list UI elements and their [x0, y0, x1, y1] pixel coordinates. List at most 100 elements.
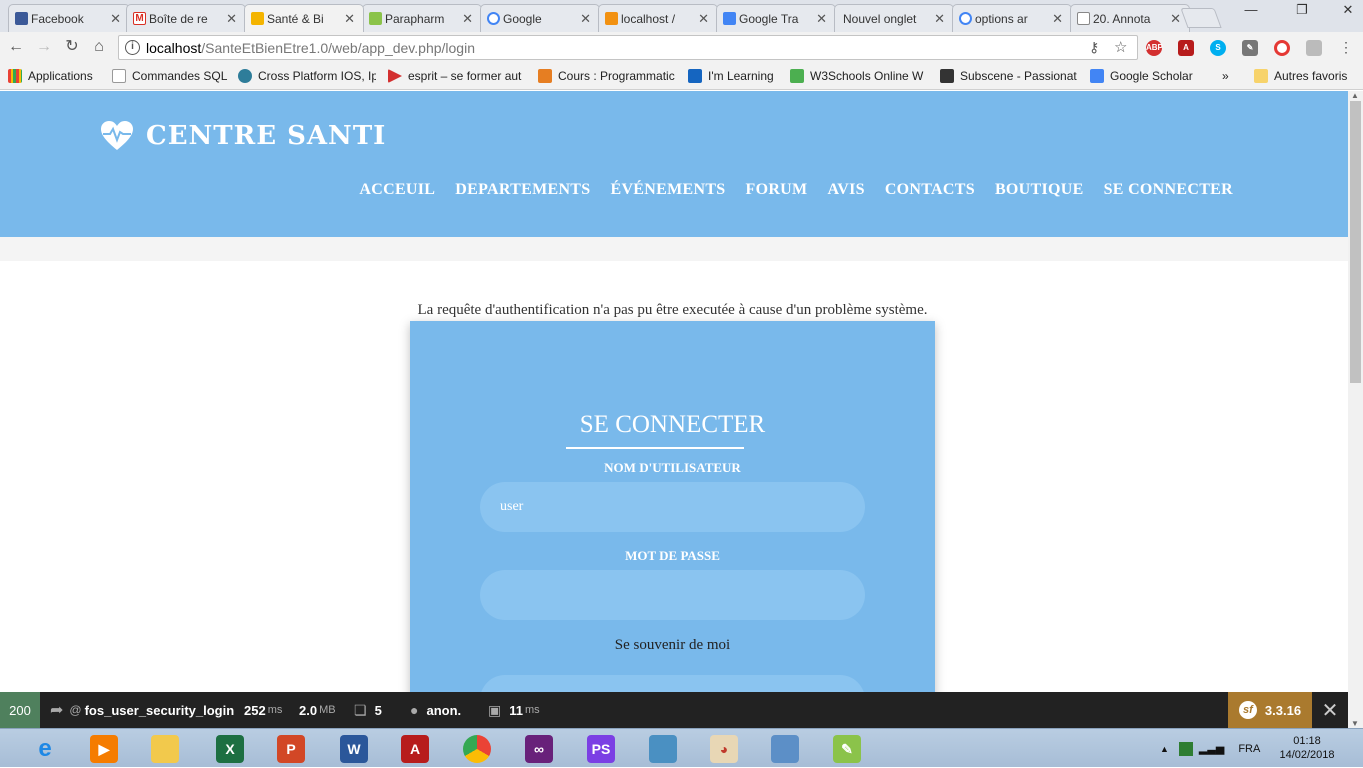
nav-boutique[interactable]: BOUTIQUE [995, 181, 1084, 199]
close-icon[interactable]: ✕ [934, 11, 945, 27]
scroll-up-icon[interactable]: ▲ [1351, 91, 1359, 100]
password-input[interactable] [480, 570, 865, 620]
bookmark-cours[interactable]: Cours : Programmatic [538, 68, 690, 84]
route-panel[interactable]: ➦ @ fos_user_security_login [50, 692, 234, 728]
translation-panel[interactable]: ❏ 5 [354, 692, 382, 728]
nav-se-connecter[interactable]: SE CONNECTER [1104, 181, 1233, 199]
tab-annotation[interactable]: 20. Annota ✕ [1070, 4, 1190, 32]
username-input[interactable] [480, 482, 865, 532]
info-icon[interactable]: i [125, 40, 140, 55]
scrollbar-thumb[interactable] [1350, 101, 1361, 383]
address-bar[interactable]: i localhost/SanteEtBienEtre1.0/web/app_d… [118, 35, 1138, 60]
tray-expand-icon[interactable]: ▲ [1160, 744, 1169, 754]
status-code-badge[interactable]: 200 [0, 692, 40, 728]
taskbar-acrobat[interactable]: A [388, 732, 442, 766]
close-icon[interactable]: ✕ [1170, 11, 1181, 27]
visual-studio-icon: ∞ [525, 735, 553, 763]
bookmark-w3schools[interactable]: W3Schools Online W [790, 68, 940, 84]
time-panel[interactable]: 252 ms [244, 692, 282, 728]
tab-google-translate[interactable]: Google Tra ✕ [716, 4, 836, 32]
tab-facebook[interactable]: Facebook ✕ [8, 4, 130, 32]
close-icon[interactable]: ✕ [580, 11, 591, 27]
tab-phpmyadmin[interactable]: localhost / ✕ [598, 4, 718, 32]
home-icon[interactable]: ⌂ [89, 37, 109, 57]
submit-button[interactable] [480, 675, 865, 692]
taskbar-visual-studio[interactable]: ∞ [512, 732, 566, 766]
bookmarks-more-button[interactable]: » [1222, 68, 1229, 84]
memory-panel[interactable]: 2.0 MB [299, 692, 336, 728]
heart-pulse-icon [101, 121, 133, 150]
bookmark-applications[interactable]: Applications [8, 68, 93, 84]
nav-evenements[interactable]: ÉVÉNEMENTS [610, 181, 725, 199]
taskbar-media-player[interactable]: ▶ [77, 732, 131, 766]
bookmark-im-learning[interactable]: I'm Learning [688, 68, 774, 84]
close-icon[interactable]: ✕ [344, 11, 355, 27]
bookmark-commandes-sql[interactable]: Commandes SQL [112, 68, 227, 84]
symfony-version-badge[interactable]: sf 3.3.16 [1228, 692, 1312, 728]
adblock-icon[interactable]: ABP [1146, 40, 1163, 56]
close-icon[interactable]: ✕ [1052, 11, 1063, 27]
star-icon[interactable]: ☆ [1114, 38, 1127, 56]
tab-sante[interactable]: Santé & Bi ✕ [244, 4, 364, 32]
close-icon[interactable]: ✕ [226, 11, 237, 27]
close-window-button[interactable]: ✕ [1333, 0, 1363, 20]
taskbar-internet-explorer[interactable]: e [18, 732, 72, 766]
bookmark-esprit[interactable]: esprit – se former aut [388, 68, 526, 84]
tab-new-tab[interactable]: Nouvel onglet ✕ [834, 4, 954, 32]
tools-icon[interactable]: ✎ [1242, 40, 1258, 56]
tab-options[interactable]: options ar ✕ [952, 4, 1072, 32]
extension-icon[interactable] [1306, 40, 1322, 56]
taskbar-clock[interactable]: 01:18 14/02/2018 [1272, 734, 1342, 762]
taskbar-notepadpp[interactable]: ✎ [820, 732, 874, 766]
forward-arrow-icon[interactable]: → [34, 37, 54, 57]
url-text[interactable]: localhost/SanteEtBienEtre1.0/web/app_dev… [146, 40, 475, 56]
reload-icon[interactable]: ↻ [62, 37, 82, 57]
close-icon[interactable]: ✕ [698, 11, 709, 27]
taskbar-explorer[interactable] [138, 732, 192, 766]
maximize-button[interactable]: ❐ [1287, 0, 1317, 20]
remember-me-checkbox[interactable]: Se souvenir de moi [410, 637, 935, 654]
nav-forum[interactable]: FORUM [746, 181, 808, 199]
close-icon[interactable]: ✕ [462, 11, 473, 27]
menu-icon[interactable]: ⋮ [1336, 37, 1356, 57]
language-indicator[interactable]: FRA [1238, 743, 1260, 755]
taskbar-paint[interactable]: ◕ [697, 732, 751, 766]
nav-avis[interactable]: AVIS [827, 181, 864, 199]
network-signal-icon[interactable]: ▂▃▅ [1199, 742, 1224, 755]
taskbar-photos[interactable] [758, 732, 812, 766]
taskbar-chrome[interactable] [450, 732, 504, 766]
close-icon[interactable]: ✕ [110, 11, 121, 27]
tab-parapharm[interactable]: Parapharm ✕ [362, 4, 482, 32]
bookmark-google-scholar[interactable]: Google Scholar [1090, 68, 1193, 84]
taskbar-virtualbox[interactable] [636, 732, 690, 766]
opera-icon[interactable] [1274, 40, 1290, 56]
taskbar-excel[interactable]: X [203, 732, 257, 766]
taskbar-phpstorm[interactable]: PS [574, 732, 628, 766]
tray-app-icon[interactable] [1178, 741, 1193, 756]
twig-panel[interactable]: ▣ 11 ms [488, 692, 540, 728]
back-arrow-icon[interactable]: ← [6, 37, 26, 57]
other-bookmarks-folder[interactable]: Autres favoris [1254, 68, 1347, 84]
bookmark-cross-platform[interactable]: Cross Platform IOS, Ip [238, 68, 376, 84]
page-scrollbar[interactable]: ▲ ▼ [1348, 91, 1363, 728]
site-logo[interactable]: CENTRE SANTI [100, 121, 386, 151]
skype-icon[interactable]: S [1210, 40, 1226, 56]
minimize-button[interactable]: — [1236, 0, 1266, 20]
taskbar-word[interactable]: W [327, 732, 381, 766]
scroll-down-icon[interactable]: ▼ [1351, 719, 1359, 728]
close-icon[interactable]: ✕ [816, 11, 827, 27]
tab-google[interactable]: Google ✕ [480, 4, 600, 32]
bookmark-subscene[interactable]: Subscene - Passionat [940, 68, 1090, 84]
nav-acceuil[interactable]: ACCEUIL [359, 181, 435, 199]
taskbar-powerpoint[interactable]: P [264, 732, 318, 766]
document-icon [1077, 12, 1090, 25]
close-toolbar-icon[interactable]: ✕ [1312, 692, 1348, 728]
nav-contacts[interactable]: CONTACTS [885, 181, 975, 199]
tab-gmail[interactable]: M Boîte de re ✕ [126, 4, 246, 32]
pdf-icon[interactable]: A [1178, 40, 1194, 56]
key-icon[interactable]: ⚷ [1089, 39, 1099, 56]
security-panel[interactable]: ● anon. [410, 692, 461, 728]
new-tab-button[interactable] [1180, 8, 1222, 28]
login-form: SE CONNECTER NOM D'UTILISATEUR MOT DE PA… [410, 321, 935, 692]
nav-departements[interactable]: DEPARTEMENTS [455, 181, 590, 199]
